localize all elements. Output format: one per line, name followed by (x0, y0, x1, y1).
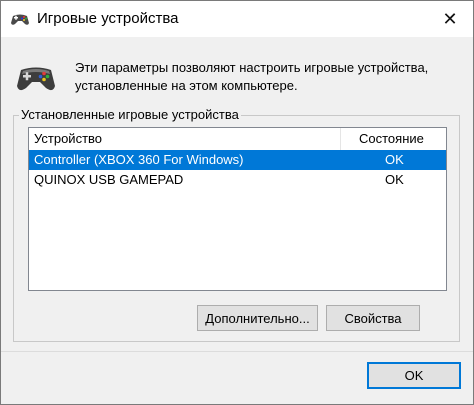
table-row[interactable]: QUINOX USB GAMEPAD OK (29, 170, 446, 190)
title-bar[interactable]: Игровые устройства ✕ (1, 1, 473, 37)
device-status: OK (385, 152, 404, 167)
game-controllers-dialog: Игровые устройства ✕ Эти параметры позво… (0, 0, 474, 405)
close-icon: ✕ (442, 8, 458, 29)
devices-list[interactable]: Устройство Состояние Controller (XBOX 36… (28, 127, 447, 291)
gamepad-icon (11, 14, 29, 25)
column-header-status[interactable]: Состояние (359, 131, 424, 146)
description-text: Эти параметры позволяют настроить игровы… (75, 59, 465, 95)
device-name: QUINOX USB GAMEPAD (34, 172, 184, 187)
close-button[interactable]: ✕ (427, 1, 473, 37)
list-header: Устройство Состояние (29, 128, 446, 151)
column-header-device[interactable]: Устройство (34, 131, 102, 146)
footer-divider (1, 351, 473, 352)
group-label: Установленные игровые устройства (19, 107, 241, 122)
description-line-2: установленные на этом компьютере. (75, 78, 298, 93)
table-row[interactable]: Controller (XBOX 360 For Windows) OK (29, 150, 446, 170)
column-separator[interactable] (340, 128, 341, 150)
device-status: OK (385, 172, 404, 187)
advanced-button[interactable]: Дополнительно... (197, 305, 318, 331)
description-line-1: Эти параметры позволяют настроить игровы… (75, 60, 429, 75)
gamepad-icon (17, 67, 55, 91)
device-name: Controller (XBOX 360 For Windows) (34, 152, 244, 167)
window-title: Игровые устройства (37, 10, 179, 27)
ok-button[interactable]: OK (367, 362, 461, 389)
properties-button[interactable]: Свойства (326, 305, 420, 331)
